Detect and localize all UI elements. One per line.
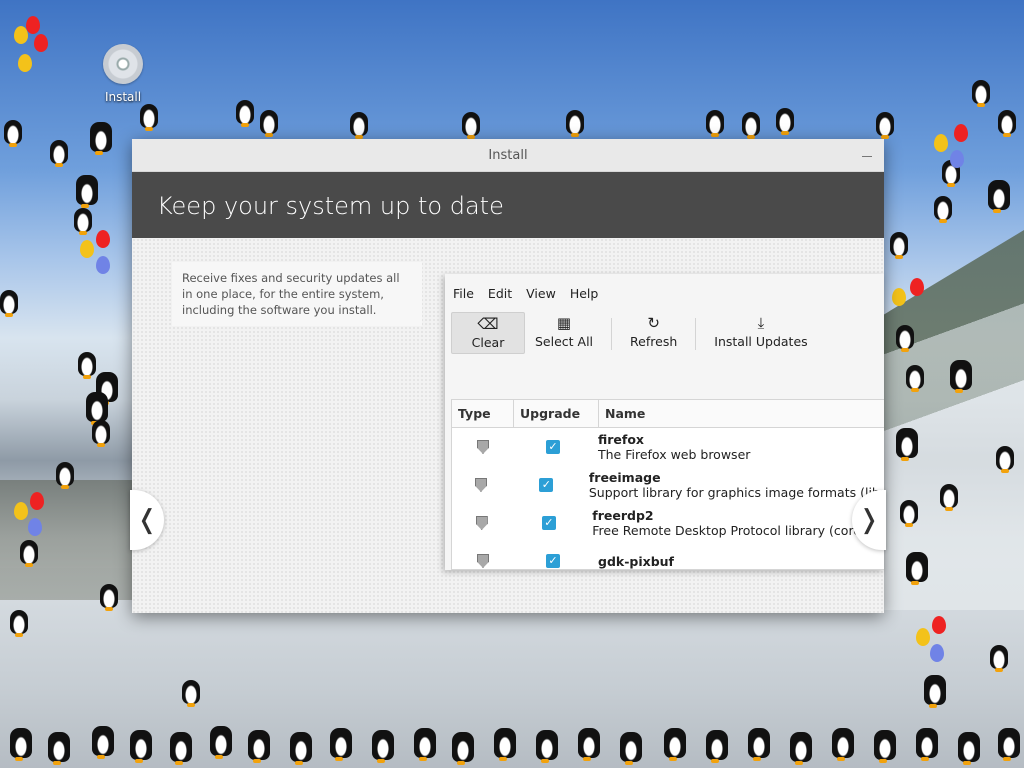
column-upgrade: Upgrade — [514, 400, 599, 427]
shield-icon — [477, 440, 489, 454]
table-row: ✓ freeimage Support library for graphics… — [452, 466, 884, 504]
desktop-install-label: Install — [104, 90, 142, 104]
refresh-icon: ↻ — [647, 314, 660, 332]
window-titlebar[interactable]: Install — [132, 139, 884, 172]
upgrade-checkbox: ✓ — [546, 440, 560, 454]
shield-icon — [474, 478, 487, 492]
menu-file: File — [453, 286, 474, 301]
table-row: ✓ gdk-pixbuf — [452, 542, 884, 570]
package-name: firefox — [598, 432, 644, 447]
slide-content: Receive fixes and security updates all i… — [130, 238, 886, 613]
chevron-right-icon: ❭ — [858, 505, 880, 535]
disc-icon — [103, 44, 143, 84]
upgrade-checkbox: ✓ — [546, 554, 560, 568]
shield-icon — [475, 516, 488, 530]
menubar: File Edit View Help — [445, 274, 884, 306]
update-manager-preview: File Edit View Help ⌫ Clear ▦ Select All… — [445, 274, 884, 570]
backspace-icon: ⌫ — [477, 315, 499, 333]
toolbar-separator — [611, 318, 613, 350]
column-type: Type — [452, 400, 514, 427]
menu-help: Help — [569, 286, 599, 301]
table-header: Type Upgrade Name — [452, 400, 884, 428]
upgrade-checkbox: ✓ — [539, 478, 554, 492]
window-title: Install — [488, 147, 528, 163]
clear-button: ⌫ Clear — [451, 312, 525, 354]
download-icon: ⤓ — [757, 314, 765, 332]
table-row: ✓ firefox The Firefox web browser — [452, 428, 884, 466]
package-name: freeimage — [588, 470, 661, 485]
toolbar-separator — [695, 318, 697, 350]
table-row: ✓ freerdp2 Free Remote Desktop Protocol … — [452, 504, 884, 542]
package-description: Support library for graphics image forma… — [588, 485, 884, 500]
slide-description: Receive fixes and security updates all i… — [172, 262, 422, 326]
chevron-left-icon: ❬ — [136, 505, 158, 535]
package-name: freerdp2 — [592, 508, 654, 523]
upgrade-checkbox: ✓ — [541, 516, 556, 530]
wallpaper-forest — [0, 480, 140, 600]
toolbar: ⌫ Clear ▦ Select All ↻ Refresh ⤓ Install… — [445, 306, 884, 356]
shield-icon — [477, 554, 489, 568]
page-title: Keep your system up to date — [132, 172, 884, 239]
install-updates-label: Install Updates — [714, 334, 808, 349]
previous-slide-button[interactable]: ❬ — [130, 490, 164, 550]
updates-table: Type Upgrade Name ✓ firefox The Firefox … — [451, 399, 884, 570]
package-description: Free Remote Desktop Protocol library (co… — [592, 523, 884, 538]
menu-view: View — [526, 286, 556, 301]
package-name: gdk-pixbuf — [598, 553, 674, 569]
desktop-install-icon[interactable]: Install — [98, 44, 148, 104]
minimize-icon[interactable] — [862, 148, 872, 157]
column-name: Name — [605, 406, 646, 421]
install-updates-button: ⤓ Install Updates — [704, 312, 817, 352]
refresh-label: Refresh — [630, 334, 678, 349]
refresh-button: ↻ Refresh — [620, 312, 687, 352]
select-all-label: Select All — [535, 334, 594, 349]
menu-edit: Edit — [487, 286, 513, 301]
select-all-button: ▦ Select All — [525, 312, 603, 352]
installer-window: Install Keep your system up to date Rece… — [130, 139, 886, 613]
clear-label: Clear — [471, 335, 505, 350]
select-all-icon: ▦ — [556, 314, 572, 332]
package-description: The Firefox web browser — [598, 447, 751, 462]
